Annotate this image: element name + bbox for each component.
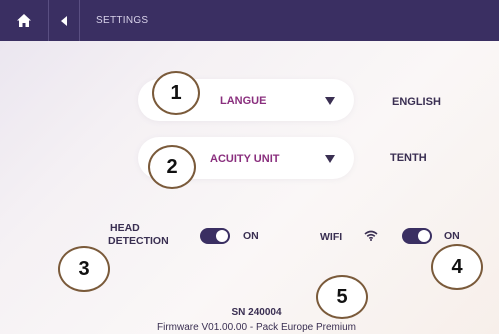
wifi-icon xyxy=(364,230,378,241)
firmware-version: Firmware V01.00.00 - Pack Europe Premium xyxy=(157,322,356,333)
acuity-unit-value: TENTH xyxy=(390,152,427,164)
toggle-knob xyxy=(418,230,430,242)
toggle-knob xyxy=(216,230,228,242)
callout-3: 3 xyxy=(58,246,110,292)
home-button[interactable] xyxy=(0,0,48,41)
head-detection-label: HEAD DETECTION xyxy=(108,222,169,247)
acuity-unit-label: ACUITY UNIT xyxy=(210,153,280,165)
top-bar: SETTINGS xyxy=(0,0,499,41)
page-title: SETTINGS xyxy=(96,15,149,26)
head-detection-toggle[interactable] xyxy=(200,228,230,244)
wifi-label: WIFI xyxy=(320,231,343,243)
callout-1: 1 xyxy=(152,71,200,115)
language-label: LANGUE xyxy=(220,95,267,107)
callout-2: 2 xyxy=(148,145,196,189)
chevron-left-icon xyxy=(61,15,67,26)
back-button[interactable] xyxy=(49,0,79,41)
divider xyxy=(79,0,80,41)
chevron-down-icon xyxy=(325,97,335,105)
wifi-toggle[interactable] xyxy=(402,228,432,244)
language-value: ENGLISH xyxy=(392,96,441,108)
callout-4: 4 xyxy=(431,244,483,290)
chevron-down-icon xyxy=(325,155,335,163)
home-icon xyxy=(17,14,31,27)
callout-5: 5 xyxy=(316,275,368,319)
serial-number: SN 240004 xyxy=(231,307,282,318)
head-detection-state: ON xyxy=(243,230,259,242)
wifi-state: ON xyxy=(444,230,460,242)
